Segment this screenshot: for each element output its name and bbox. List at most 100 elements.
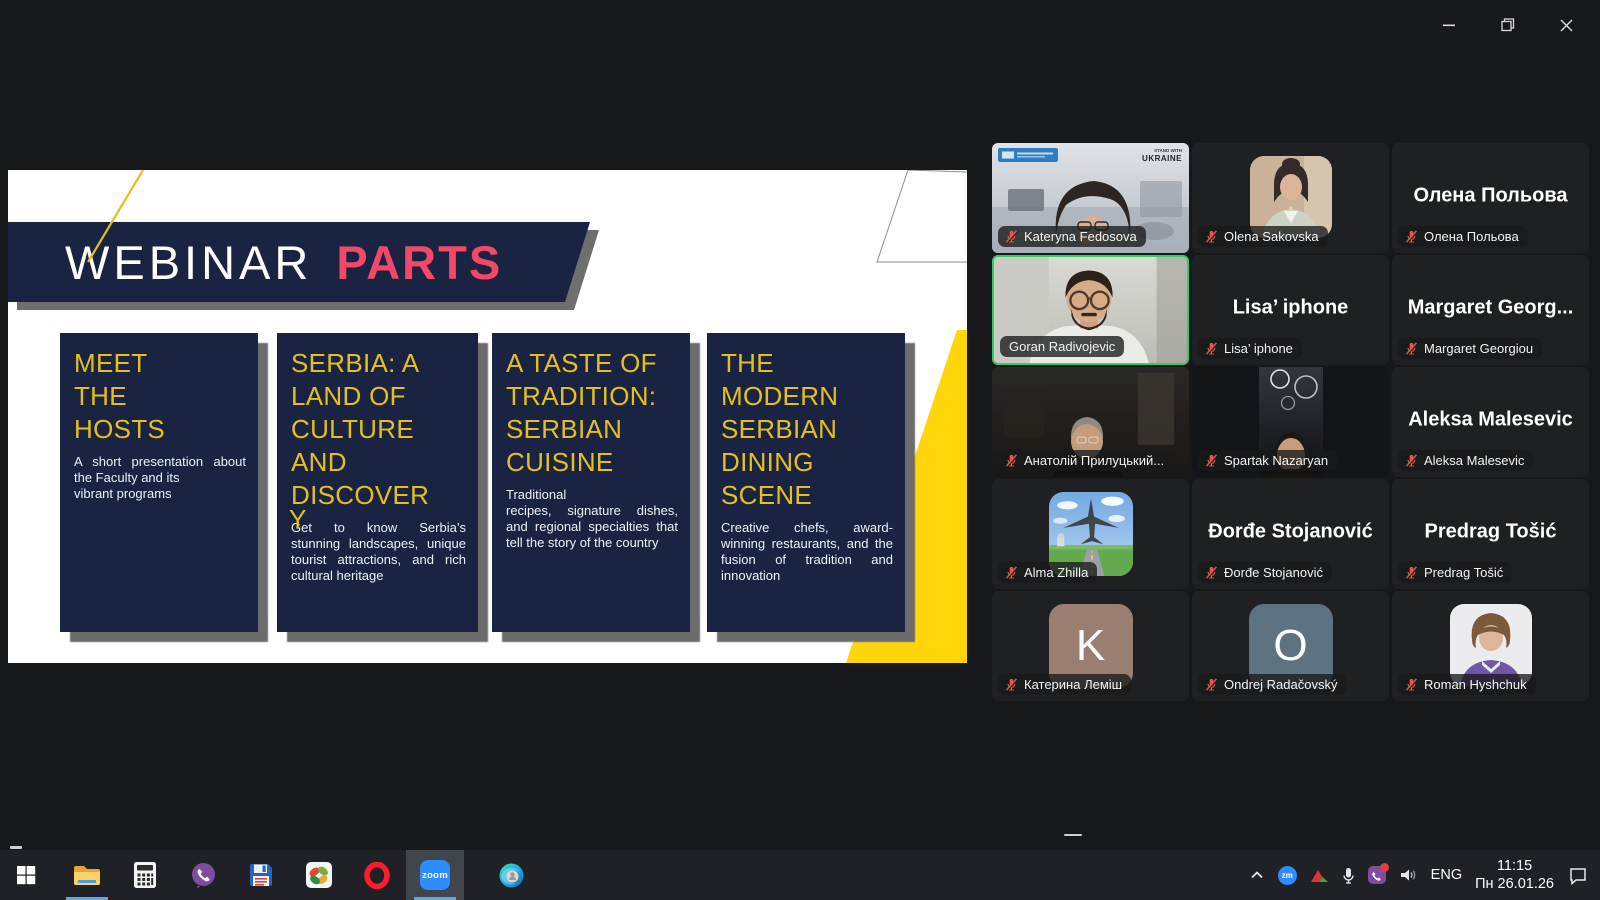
windows-logo-icon (16, 865, 36, 885)
calculator-taskbar-button[interactable] (116, 850, 174, 900)
opera-browser-taskbar-button[interactable] (348, 850, 406, 900)
close-button[interactable] (1537, 6, 1595, 44)
participant-name-label: Predrag Tošić (1398, 562, 1512, 583)
webinar-part-card: SERBIA: ALAND OFCULTUREANDDISCOVERYGet t… (277, 333, 478, 632)
participant-name-label: Goran Radivojevic (1000, 336, 1124, 357)
card-title-line: AND (291, 446, 466, 479)
card-title-line: SERBIAN (721, 413, 893, 446)
notification-badge (1380, 863, 1389, 872)
zoom-tray-tray-button[interactable]: zm (1278, 866, 1297, 885)
participant-tile[interactable]: Анатолій Прилуцький... (992, 367, 1189, 477)
card-title-line: MODERN (721, 380, 893, 413)
card-title: THEMODERNSERBIANDININGSCENE (721, 347, 893, 512)
muted-mic-icon (1404, 565, 1419, 580)
participant-tile[interactable]: Predrag Tošić Predrag Tošić (1392, 479, 1589, 589)
participant-tile[interactable]: Goran Radivojevic (992, 255, 1189, 365)
desktop-screen: WEBINAR PARTS MEETTHEHOSTSA short presen… (0, 0, 1600, 900)
participants-grid: STAND WITH UKRAINE Kateryna Fedosova Ole… (992, 143, 1589, 701)
close-icon (1559, 18, 1574, 33)
webinar-part-card: A TASTE OFTRADITION:SERBIANCUISINETradit… (492, 333, 690, 632)
participant-big-name: Lisa’ iphone (1192, 297, 1389, 320)
card-body: YGet to know Serbia’sstunning landscapes… (291, 520, 466, 584)
zoom-app-icon: zoom (420, 860, 450, 890)
participant-name-text: Margaret Georgiou (1424, 341, 1533, 356)
taskbar-apps: zoom (58, 850, 540, 900)
muted-mic-icon (1404, 341, 1419, 356)
participant-big-name: Đorđe Stojanović (1192, 521, 1389, 544)
hidden-toolbar-dash[interactable] (1064, 834, 1082, 836)
triangle-app-tray-button[interactable] (1310, 868, 1329, 883)
file-explorer-taskbar-button[interactable] (58, 850, 116, 900)
chevron-up-icon (1249, 868, 1265, 882)
edge-browser-taskbar-button[interactable] (482, 850, 540, 900)
participant-tile[interactable]: Alma Zhilla (992, 479, 1189, 589)
participant-tile[interactable]: Spartak Nazaryan (1192, 367, 1389, 477)
participant-tile[interactable]: Lisa’ iphone Lisa’ iphone (1192, 255, 1389, 365)
participant-tile[interactable]: Đorđe Stojanović Đorđe Stojanović (1192, 479, 1389, 589)
microphone-tray-icon (1342, 867, 1355, 884)
participant-name-label: Olena Sakovska (1198, 226, 1328, 247)
start-button[interactable] (0, 850, 52, 900)
card-title-overflow-letter: Y (289, 504, 306, 535)
restore-button[interactable] (1479, 6, 1537, 44)
card-body-line: recipes, signature dishes, (506, 503, 678, 519)
slide-title-word2: PARTS (336, 235, 502, 290)
participant-name-text: Катерина Леміш (1024, 677, 1122, 692)
participant-name-label: Lisa’ iphone (1198, 338, 1302, 359)
card-body-line: A short presentation about (74, 454, 246, 470)
participant-name-text: Olena Sakovska (1224, 229, 1319, 244)
zoom-tray-icon: zm (1278, 866, 1297, 885)
participant-tile[interactable]: Olena Sakovska (1192, 143, 1389, 253)
card-body-line: tourist attractions, and rich (291, 552, 466, 568)
participant-name-label: Катерина Леміш (998, 674, 1131, 695)
photo-editor-taskbar-button[interactable] (290, 850, 348, 900)
participant-tile[interactable]: K Катерина Леміш (992, 591, 1189, 701)
participant-name-text: Ondrej Radačovský (1224, 677, 1337, 692)
card-title-line: MEET (74, 347, 246, 380)
participant-name-text: Alma Zhilla (1024, 565, 1088, 580)
floppy-app-taskbar-button[interactable] (232, 850, 290, 900)
action-center-button[interactable] (1567, 866, 1588, 885)
svg-text:UKRAINE: UKRAINE (1142, 154, 1182, 163)
taskbar: zoom zm ENG 11:15 Пн 26.01.26 (0, 850, 1600, 900)
language-indicator[interactable]: ENG (1431, 867, 1462, 883)
clock[interactable]: 11:15 Пн 26.01.26 (1475, 857, 1554, 893)
participant-tile[interactable]: STAND WITH UKRAINE Kateryna Fedosova (992, 143, 1189, 253)
chevron-up-tray-button[interactable] (1249, 868, 1265, 882)
card-body-line: tell the story of the country (506, 535, 678, 551)
participant-tile[interactable]: Олена Польова Олена Польова (1392, 143, 1589, 253)
card-title-line: DISCOVER (291, 479, 466, 512)
card-body-line: and regional specialties that (506, 519, 678, 535)
speaker-tray-button[interactable] (1399, 867, 1418, 883)
muted-mic-icon (1404, 453, 1419, 468)
participant-name-text: Анатолій Прилуцький... (1024, 453, 1164, 468)
muted-mic-icon (1404, 229, 1419, 244)
viber-tray-tray-button[interactable] (1368, 866, 1386, 884)
microphone-tray-button[interactable] (1342, 867, 1355, 884)
webinar-part-card: THEMODERNSERBIANDININGSCENE Creative chef… (707, 333, 905, 632)
participant-name-text: Roman Hyshchuk (1424, 677, 1527, 692)
card-title-line: CULTURE (291, 413, 466, 446)
card-body-line: fusion of tradition and (721, 552, 893, 568)
zoom-app-taskbar-button[interactable]: zoom (406, 850, 464, 900)
webinar-part-card: MEETTHEHOSTSA short presentation aboutth… (60, 333, 258, 632)
participant-tile[interactable]: O Ondrej Radačovský (1192, 591, 1389, 701)
card-body: Traditionalrecipes, signature dishes,and… (506, 487, 678, 551)
participant-tile[interactable]: Margaret Georg... Margaret Georgiou (1392, 255, 1589, 365)
viber-taskbar-button[interactable] (174, 850, 232, 900)
viber-icon (190, 862, 217, 889)
minimize-button[interactable] (1421, 6, 1479, 44)
card-body: Creative chefs, award-winning restaurant… (721, 520, 893, 584)
participant-tile[interactable]: Roman Hyshchuk (1392, 591, 1589, 701)
participant-tile[interactable]: Aleksa Malesevic Aleksa Malesevic (1392, 367, 1589, 477)
edge-icon (498, 862, 525, 889)
participant-name-text: Олена Польова (1424, 229, 1519, 244)
participant-name-label: Roman Hyshchuk (1398, 674, 1536, 695)
slide-title-word1: WEBINAR (65, 235, 312, 290)
hidden-toolbar-dash[interactable] (10, 846, 22, 849)
card-body-line: winning restaurants, and the (721, 536, 893, 552)
participant-name-text: Kateryna Fedosova (1024, 229, 1137, 244)
card-body-line: Get to know Serbia’s (291, 520, 466, 536)
card-title-line: SERBIA: A (291, 347, 466, 380)
participant-name-text: Goran Radivojevic (1009, 339, 1115, 354)
